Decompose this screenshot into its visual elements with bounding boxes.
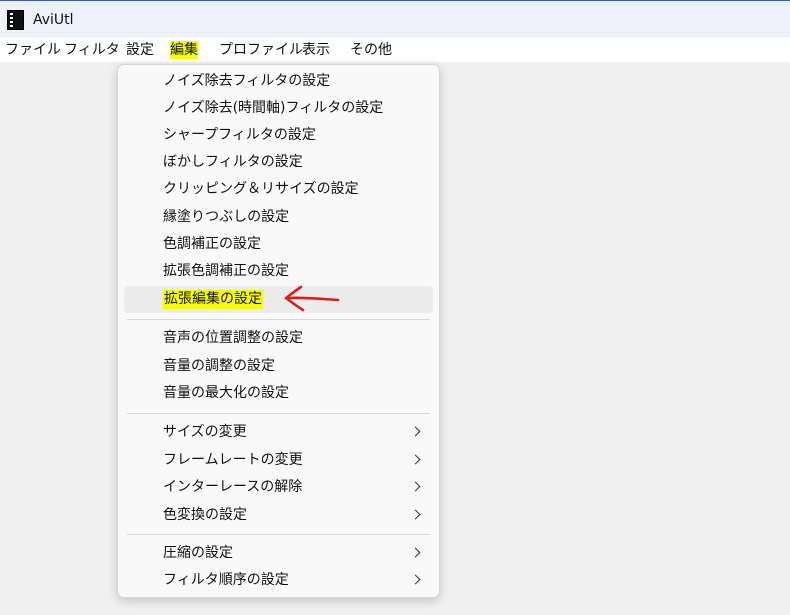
menu-item-label: インターレースの解除 <box>163 479 303 495</box>
menu-view[interactable]: 表示 <box>302 41 330 59</box>
menu-item-label: 拡張色調補正の設定 <box>163 263 289 279</box>
menu-item-temporal-noise-filter[interactable]: ノイズ除去(時間軸)フィルタの設定 <box>124 95 433 122</box>
menu-item-label: 音量の最大化の設定 <box>163 385 289 401</box>
menu-item-clipping-resize[interactable]: クリッピング＆リサイズの設定 <box>124 176 433 203</box>
menu-item-filter-order[interactable]: フィルタ順序の設定 <box>124 567 433 594</box>
menu-item-label: 色調補正の設定 <box>163 236 261 252</box>
menu-separator <box>127 319 430 320</box>
menu-item-label: サイズの変更 <box>163 424 247 440</box>
menu-item-frame-rate[interactable]: フレームレートの変更 <box>124 447 433 474</box>
menu-settings[interactable]: 設定 <box>126 41 154 59</box>
menu-edit[interactable]: 編集 <box>170 41 198 59</box>
menu-item-resize[interactable]: サイズの変更 <box>124 419 433 446</box>
menu-item-audio-position[interactable]: 音声の位置調整の設定 <box>124 325 433 352</box>
chevron-right-icon <box>410 574 421 585</box>
menu-item-color-correction[interactable]: 色調補正の設定 <box>124 231 433 258</box>
chevron-right-icon <box>410 426 421 437</box>
red-arrow-left-icon <box>284 285 340 312</box>
chevron-right-icon <box>410 454 421 465</box>
app-film-icon <box>7 10 24 30</box>
chevron-right-icon <box>410 509 421 520</box>
menu-item-volume-maximize[interactable]: 音量の最大化の設定 <box>124 380 433 407</box>
menu-other[interactable]: その他 <box>350 41 392 59</box>
edit-dropdown-menu: ノイズ除去フィルタの設定 ノイズ除去(時間軸)フィルタの設定 シャープフィルタの… <box>117 64 440 598</box>
menu-item-extended-color-correction[interactable]: 拡張色調補正の設定 <box>124 258 433 285</box>
menu-item-label: シャープフィルタの設定 <box>163 127 316 143</box>
menu-item-label: ノイズ除去(時間軸)フィルタの設定 <box>163 100 384 116</box>
menu-item-label: クリッピング＆リサイズの設定 <box>163 181 359 197</box>
menu-filter[interactable]: フィルタ <box>64 41 120 59</box>
menu-item-label: フレームレートの変更 <box>163 452 303 468</box>
menu-item-label: ノイズ除去フィルタの設定 <box>163 73 331 89</box>
title-bar: AviUtl <box>0 0 790 38</box>
menu-item-blur-filter[interactable]: ぼかしフィルタの設定 <box>124 149 433 176</box>
menu-item-label: ぼかしフィルタの設定 <box>163 154 303 170</box>
menu-separator <box>127 534 430 535</box>
menu-item-compression[interactable]: 圧縮の設定 <box>124 540 433 567</box>
chevron-right-icon <box>410 547 421 558</box>
menu-item-label: 圧縮の設定 <box>163 545 233 561</box>
menu-item-noise-filter[interactable]: ノイズ除去フィルタの設定 <box>124 68 433 95</box>
menu-item-label: 縁塗りつぶしの設定 <box>163 209 290 225</box>
menu-item-color-conversion[interactable]: 色変換の設定 <box>124 502 433 529</box>
menu-file[interactable]: ファイル <box>5 41 61 59</box>
chevron-right-icon <box>410 481 421 492</box>
menu-item-deinterlace[interactable]: インターレースの解除 <box>124 474 433 501</box>
menu-item-label: フィルタ順序の設定 <box>163 572 289 588</box>
menu-item-volume-adjust[interactable]: 音量の調整の設定 <box>124 353 433 380</box>
menu-separator <box>127 413 430 414</box>
menu-item-label: 音量の調整の設定 <box>163 358 275 374</box>
window-title: AviUtl <box>33 12 74 28</box>
menu-item-label: 拡張編集の設定 <box>163 290 263 309</box>
menu-item-sharpen-filter[interactable]: シャープフィルタの設定 <box>124 122 433 149</box>
menu-item-label: 色変換の設定 <box>163 507 247 523</box>
menu-item-extended-edit[interactable]: 拡張編集の設定 <box>124 286 433 313</box>
menu-item-border-fill[interactable]: 縁塗りつぶしの設定 <box>124 204 433 231</box>
menu-item-label: 音声の位置調整の設定 <box>163 330 303 346</box>
menu-profile[interactable]: プロファイル <box>219 41 303 59</box>
menu-bar: ファイル フィルタ 設定 編集 プロファイル 表示 その他 <box>0 38 790 62</box>
